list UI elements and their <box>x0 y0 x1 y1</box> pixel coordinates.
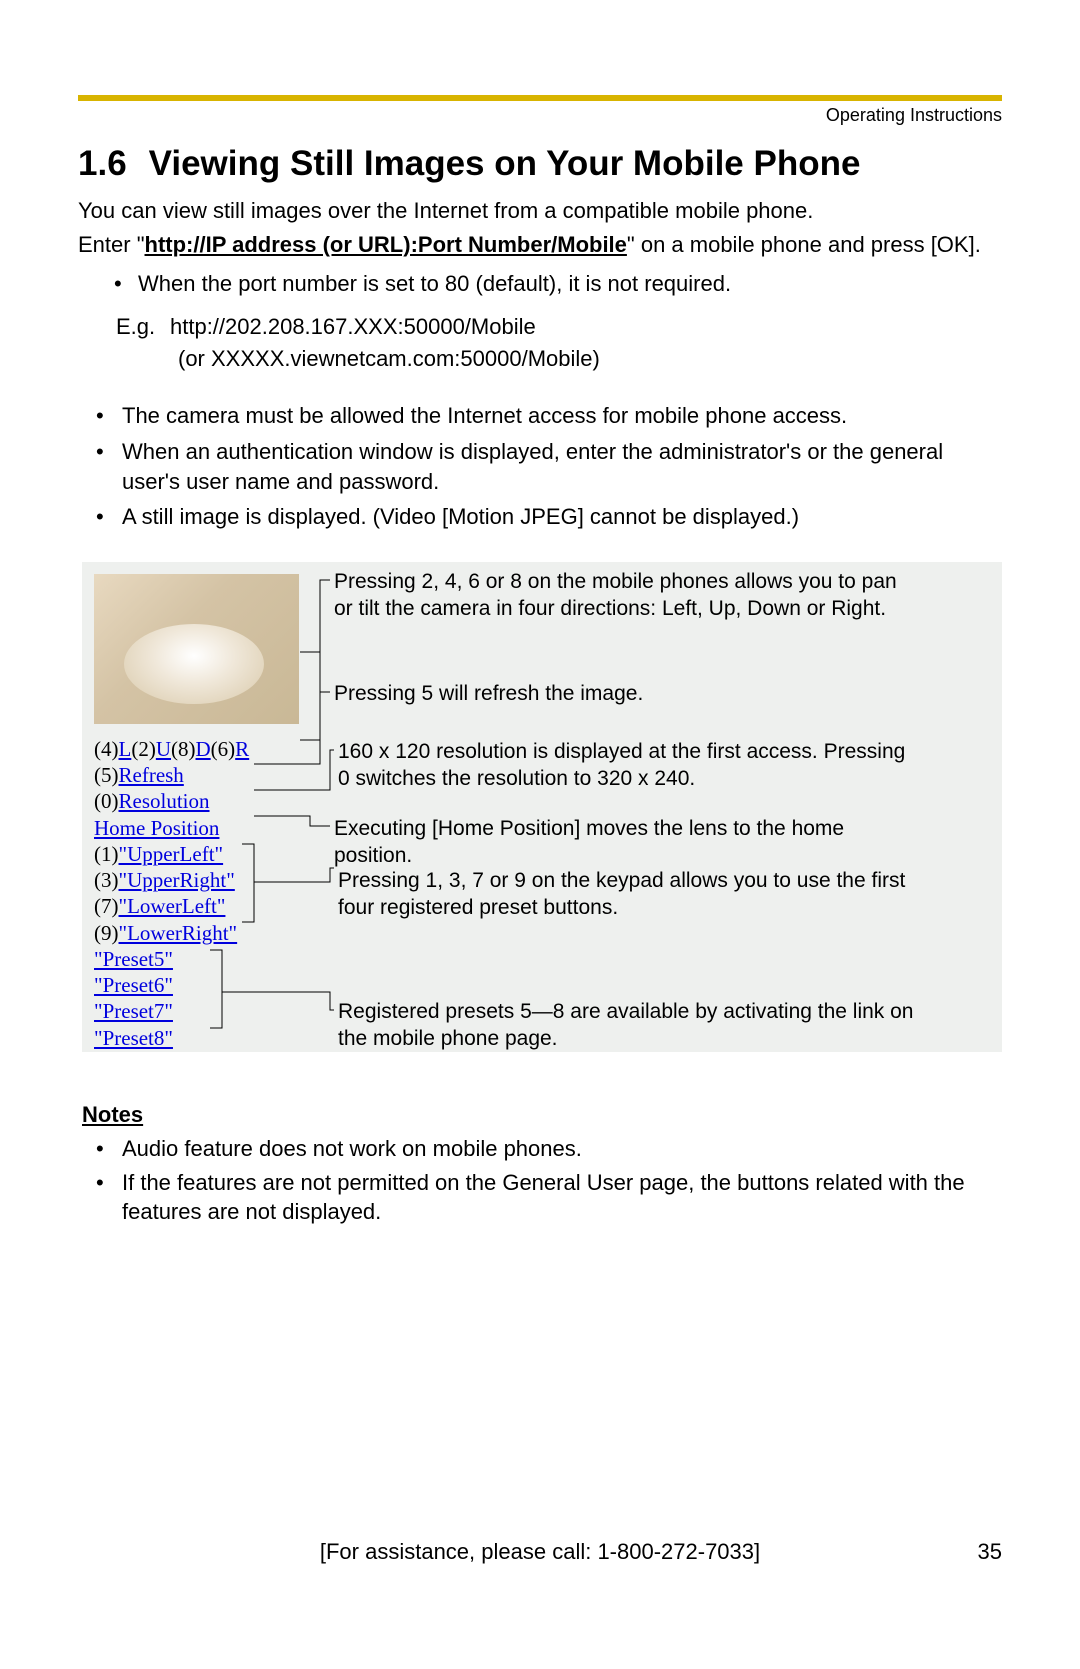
preset-row: "Preset6" <box>94 972 304 998</box>
preset-row: (7)"LowerLeft" <box>94 893 304 919</box>
nav-2: (2) <box>131 737 156 761</box>
bullet-item: When an authentication window is display… <box>78 437 1002 496</box>
intro-line1: You can view still images over the Inter… <box>78 196 1002 226</box>
preset-prefix: (3) <box>94 868 119 892</box>
camera-image <box>94 574 299 724</box>
note-item: Audio feature does not work on mobile ph… <box>78 1134 1002 1164</box>
bullet-item: The camera must be allowed the Internet … <box>78 401 1002 431</box>
preset-row: "Preset7" <box>94 998 304 1024</box>
nav-4: (4) <box>94 737 119 761</box>
preset-link[interactable]: "UpperLeft" <box>119 842 224 866</box>
callout-presets-1-9: Pressing 1, 3, 7 or 9 on the keypad allo… <box>338 867 918 922</box>
preset-row: (9)"LowerRight" <box>94 920 304 946</box>
callout-resolution: 160 x 120 resolution is displayed at the… <box>338 738 918 793</box>
preset-row: "Preset8" <box>94 1025 304 1051</box>
refresh-prefix: (5) <box>94 763 119 787</box>
nav-row: (4)L(2)U(8)D(6)R <box>94 736 304 762</box>
example-url: http://IP address (or URL):Port Number/M… <box>145 232 627 257</box>
callout-pan-tilt: Pressing 2, 4, 6 or 8 on the mobile phon… <box>334 568 914 623</box>
intro-enter: Enter "http://IP address (or URL):Port N… <box>78 230 1002 260</box>
nav-6: (6) <box>211 737 236 761</box>
notes-heading: Notes <box>82 1102 1002 1128</box>
note-item: If the features are not permitted on the… <box>78 1168 1002 1227</box>
port-note: When the port number is set to 80 (defau… <box>78 271 1002 297</box>
preset-link[interactable]: "LowerRight" <box>119 921 238 945</box>
phone-screen: (4)L(2)U(8)D(6)R (5)Refresh (0)Resolutio… <box>94 574 304 1051</box>
phone-menu: (4)L(2)U(8)D(6)R (5)Refresh (0)Resolutio… <box>94 736 304 1051</box>
example-block: E.g.http://202.208.167.XXX:50000/Mobile … <box>116 311 1002 375</box>
preset-prefix: (9) <box>94 921 119 945</box>
preset-link[interactable]: "Preset5" <box>94 947 173 971</box>
preset-prefix: (7) <box>94 894 119 918</box>
resolution-row: (0)Resolution <box>94 788 304 814</box>
nav-down[interactable]: D <box>196 737 211 761</box>
main-bullets: The camera must be allowed the Internet … <box>78 401 1002 532</box>
intro-enter-suffix: " on a mobile phone and press [OK]. <box>627 232 981 257</box>
page-footer: [For assistance, please call: 1-800-272-… <box>78 1539 1002 1565</box>
example-line1: http://202.208.167.XXX:50000/Mobile <box>170 314 536 339</box>
refresh-link[interactable]: Refresh <box>119 763 184 787</box>
nav-right[interactable]: R <box>235 737 249 761</box>
nav-up[interactable]: U <box>156 737 171 761</box>
section-title: Viewing Still Images on Your Mobile Phon… <box>149 144 861 183</box>
nav-8: (8) <box>171 737 196 761</box>
example-line2: (or XXXXX.viewnetcam.com:50000/Mobile) <box>178 343 1002 375</box>
home-row: Home Position <box>94 815 304 841</box>
mobile-diagram: (4)L(2)U(8)D(6)R (5)Refresh (0)Resolutio… <box>82 562 1002 1052</box>
bullet-item: A still image is displayed. (Video [Moti… <box>78 502 1002 532</box>
section-number: 1.6 <box>78 144 127 184</box>
example-label: E.g. <box>116 311 170 343</box>
preset-link[interactable]: "Preset8" <box>94 1026 173 1050</box>
header-label: Operating Instructions <box>78 105 1002 126</box>
page-number: 35 <box>978 1539 1002 1565</box>
preset-link[interactable]: "Preset7" <box>94 999 173 1023</box>
preset-row: (1)"UpperLeft" <box>94 841 304 867</box>
preset-link[interactable]: "UpperRight" <box>119 868 235 892</box>
callout-home: Executing [Home Position] moves the lens… <box>334 815 914 870</box>
preset-link[interactable]: "LowerLeft" <box>119 894 226 918</box>
resolution-link[interactable]: Resolution <box>119 789 210 813</box>
resolution-prefix: (0) <box>94 789 119 813</box>
nav-left[interactable]: L <box>119 737 132 761</box>
intro-enter-prefix: Enter " <box>78 232 145 257</box>
refresh-row: (5)Refresh <box>94 762 304 788</box>
footer-assistance: [For assistance, please call: 1-800-272-… <box>78 1539 1002 1565</box>
preset-row: "Preset5" <box>94 946 304 972</box>
callout-refresh: Pressing 5 will refresh the image. <box>334 680 914 707</box>
preset-row: (3)"UpperRight" <box>94 867 304 893</box>
home-position-link[interactable]: Home Position <box>94 816 219 840</box>
preset-link[interactable]: "Preset6" <box>94 973 173 997</box>
section-heading: 1.6 Viewing Still Images on Your Mobile P… <box>78 144 1002 184</box>
notes-list: Audio feature does not work on mobile ph… <box>78 1134 1002 1227</box>
callout-presets-5-8: Registered presets 5—8 are available by … <box>338 998 918 1053</box>
preset-prefix: (1) <box>94 842 119 866</box>
